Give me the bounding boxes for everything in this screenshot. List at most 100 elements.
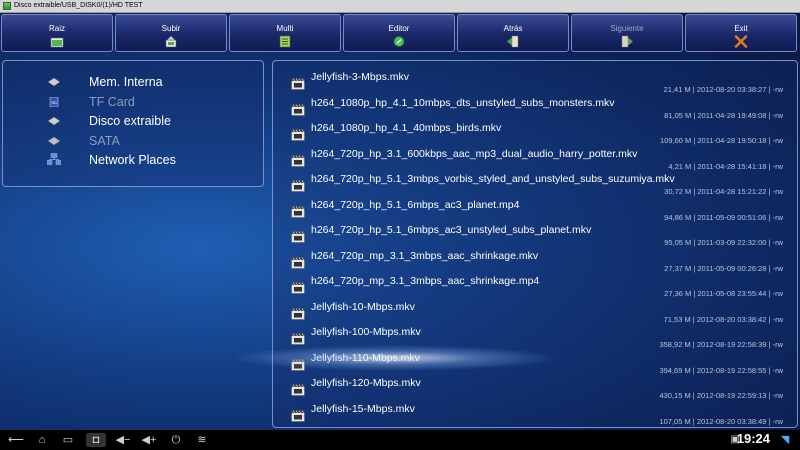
file-row[interactable]: h264_720p_hp_5.1_6mbps_ac3_unstyled_subs… — [273, 222, 797, 248]
home-icon — [50, 37, 64, 48]
home-nav-icon[interactable]: ⌂ — [34, 433, 50, 447]
volume-down-icon[interactable]: ◀− — [114, 433, 132, 447]
back-nav-icon[interactable]: ⟵ — [8, 433, 24, 447]
root-button[interactable]: Raiz — [1, 14, 113, 52]
storage-item-label: Mem. Interna — [89, 75, 163, 89]
file-row[interactable]: Jellyfish-110-Mbps.mkv 394,69 M | 2012-08… — [273, 350, 797, 376]
file-meta: 95,05 M | 2011-03-09 22:32:00 | -rw — [664, 238, 783, 247]
exit-button-label: Exit — [734, 24, 748, 33]
file-name: h264_720p_hp_5.1_3mbps_vorbis_styled_and… — [311, 173, 675, 185]
screenshot-icon[interactable]: ◘ — [86, 433, 106, 447]
file-name: Jellyfish-110-Mbps.mkv — [311, 351, 420, 364]
multi-button-label: Multi — [276, 24, 294, 33]
file-name: Jellyfish-100-Mbps.mkv — [311, 326, 421, 338]
multi-select-icon — [279, 35, 291, 48]
storage-item-label: TF Card — [89, 94, 135, 109]
file-meta: 27,36 M | 2011-05-08 23:55:44 | -rw — [664, 289, 783, 298]
editor-icon — [393, 36, 405, 47]
file-name: h264_720p_mp_3.1_3mbps_aac_shrinkage.mp4 — [311, 275, 540, 287]
up-folder-icon — [165, 35, 177, 48]
file-meta: 430,15 M | 2012-08-19 22:59:13 | -rw — [659, 391, 783, 400]
file-list: Jellyfish-3-Mbps.mkv 21,41 M | 2012-08-20… — [272, 60, 798, 428]
system-navbar: ⟵ ⌂ ▭ ◘ ◀− ◀+ ⏻ ≋ ▣ 19:24 ◥ — [0, 430, 800, 450]
file-name: Jellyfish-10-Mbps.mkv — [311, 300, 415, 313]
storage-item-internal-memory[interactable]: Mem. Interna — [3, 73, 263, 92]
file-row[interactable]: h264_720p_hp_3.1_600kbps_aac_mp3_dual_au… — [273, 146, 797, 172]
storage-item-sata[interactable]: SATA — [3, 132, 263, 151]
file-meta: 94,86 M | 2011-05-09 00:51:06 | -rw — [664, 212, 783, 222]
video-file-icon — [291, 78, 305, 90]
storage-item-tf-card[interactable]: SD TF Card — [3, 93, 263, 112]
root-button-label: Raiz — [48, 24, 65, 33]
storage-item-label: SATA — [89, 133, 120, 148]
network-icon — [47, 153, 61, 165]
up-button[interactable]: Subir — [115, 14, 227, 52]
sata-drive-icon — [47, 136, 61, 145]
video-file-icon — [291, 180, 305, 192]
file-meta: 27,37 M | 2011-05-09 00:26:28 | -rw — [664, 263, 783, 273]
file-name: Jellyfish-3-Mbps.mkv — [311, 71, 410, 83]
file-name: h264_720p_hp_5.1_6mbps_ac3_unstyled_subs… — [311, 224, 592, 236]
clock: 19:24 — [736, 431, 770, 446]
video-file-icon — [291, 358, 305, 371]
internal-memory-icon — [47, 77, 61, 87]
file-name: h264_720p_mp_3.1_3mbps_aac_shrinkage.mkv — [311, 249, 539, 262]
recent-apps-icon[interactable]: ▭ — [60, 433, 76, 447]
exit-icon — [734, 35, 748, 48]
file-row[interactable]: Jellyfish-15-Mbps.mkv 107,05 M | 2012-08-… — [273, 401, 797, 427]
window-title: Disco extraible/USB_DISK0/(1)/HD TEST — [14, 2, 143, 9]
back-button-label: Atrás — [503, 24, 523, 33]
file-meta: 30,72 M | 2011-04-28 15:21:22 | -rw — [664, 187, 783, 196]
menu-collapse-icon[interactable]: ≋ — [194, 433, 210, 447]
forward-button[interactable]: Siguiente — [571, 14, 683, 52]
exit-button[interactable]: Exit — [685, 14, 797, 52]
file-row[interactable]: h264_1080p_hp_4.1_10mbps_dts_unstyled_su… — [273, 95, 797, 121]
file-row[interactable]: Jellyfish-100-Mbps.mkv 358,92 M | 2012-08… — [273, 324, 797, 350]
volume-up-icon[interactable]: ◀+ — [140, 433, 158, 447]
video-file-icon — [291, 333, 305, 345]
file-row[interactable]: Jellyfish-3-Mbps.mkv 21,41 M | 2012-08-20… — [273, 69, 797, 95]
video-file-icon — [291, 129, 305, 141]
up-button-label: Subir — [161, 24, 181, 33]
file-row[interactable]: h264_720p_hp_5.1_6mbps_ac3_planet.mp4 94,… — [273, 197, 797, 223]
storage-item-network-places[interactable]: Network Places — [3, 151, 263, 170]
file-meta: 394,69 M | 2012-08-19 22:58:55 | -rw — [659, 365, 783, 375]
forward-icon — [621, 35, 633, 48]
video-file-icon — [291, 282, 305, 294]
file-name: h264_720p_hp_3.1_600kbps_aac_mp3_dual_au… — [311, 147, 638, 160]
file-meta: 71,53 M | 2012-08-20 03:38:42 | -rw — [663, 314, 783, 324]
forward-button-label: Siguiente — [610, 24, 644, 33]
file-row[interactable]: h264_1080p_hp_4.1_40mbps_birds.mkv 109,60… — [273, 120, 797, 146]
storage-item-label: Network Places — [89, 153, 176, 167]
video-file-icon — [291, 205, 305, 218]
storage-item-label: Disco extraible — [89, 114, 171, 128]
video-file-icon — [291, 231, 305, 243]
video-file-icon — [291, 256, 305, 269]
file-meta: 109,60 M | 2011-04-28 19:50:18 | -rw — [660, 136, 783, 145]
video-file-icon — [291, 103, 305, 116]
file-row[interactable]: h264_720p_mp_3.1_3mbps_aac_shrinkage.mp4… — [273, 273, 797, 299]
file-meta: 358,92 M | 2012-08-19 22:58:39 | -rw — [659, 340, 783, 349]
video-file-icon — [291, 307, 305, 320]
multi-button[interactable]: Multi — [229, 14, 341, 52]
file-row[interactable]: h264_720p_mp_3.1_3mbps_aac_shrinkage.mkv… — [273, 248, 797, 274]
file-meta: 81,05 M | 2011-04-28 19:49:08 | -rw — [664, 110, 783, 120]
file-meta: 4,21 M | 2011-04-28 15:41:18 | -rw — [668, 161, 783, 171]
editor-button[interactable]: Editor — [343, 14, 455, 52]
file-name: h264_1080p_hp_4.1_10mbps_dts_unstyled_su… — [311, 96, 615, 109]
svg-text:SD: SD — [51, 100, 57, 105]
toolbar: Raiz Subir Multi Editor Atrás Siguiente … — [0, 13, 800, 53]
power-icon[interactable]: ⏻ — [168, 433, 184, 447]
file-row[interactable]: Jellyfish-10-Mbps.mkv 71,53 M | 2012-08-2… — [273, 299, 797, 325]
video-file-icon — [291, 154, 305, 167]
app-icon — [3, 2, 11, 10]
storage-item-removable-disk[interactable]: Disco extraible — [3, 112, 263, 131]
file-row[interactable]: Jellyfish-120-Mbps.mkv 430,15 M | 2012-08… — [273, 375, 797, 401]
back-button[interactable]: Atrás — [457, 14, 569, 52]
usb-drive-icon — [47, 116, 61, 126]
video-file-icon — [291, 409, 305, 422]
editor-button-label: Editor — [388, 24, 410, 33]
wifi-icon: ◥ — [780, 434, 790, 446]
file-name: Jellyfish-15-Mbps.mkv — [311, 402, 415, 415]
file-row[interactable]: h264_720p_hp_5.1_3mbps_vorbis_styled_and… — [273, 171, 797, 197]
